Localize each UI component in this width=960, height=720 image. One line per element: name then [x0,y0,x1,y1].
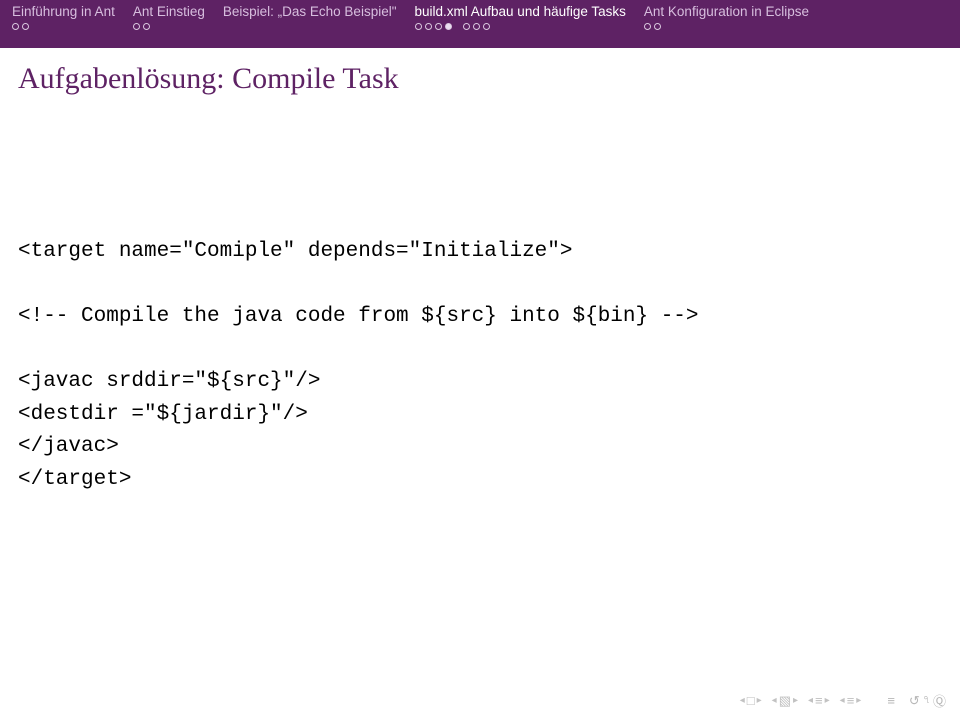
slide-icon: □ [747,693,755,708]
nav-prev-subsection[interactable]: ◂ ≡ ▸ [808,693,830,708]
progress-dots [415,23,626,30]
progress-dots [644,23,809,30]
nav-section-eclipse[interactable]: Ant Konfiguration in Eclipse [644,4,809,48]
nav-section-title: Einführung in Ant [12,4,115,19]
beamer-nav-bar: ◂ □ ▸ ◂ ▧ ▸ ◂ ≡ ▸ ◂ ≡ ▸ ≡ ↺ ৭ Ⓠ [740,691,946,710]
nav-section-echo[interactable]: Beispiel: „Das Echo Beispiel" [223,4,397,48]
nav-section-buildxml[interactable]: build.xml Aufbau und häufige Tasks [415,4,626,48]
subsec-icon[interactable]: ≡ [887,693,895,708]
frame-icon: ▧ [779,693,791,709]
nav-section-title: Ant Konfiguration in Eclipse [644,4,809,19]
code-line: </target> [18,468,131,491]
dot [483,23,490,30]
dot [415,23,422,30]
subsec-icon: ≡ [815,693,823,708]
right-arrow-icon: ▸ [757,695,762,706]
code-line: <target name="Comiple" depends="Initiali… [18,240,573,263]
nav-prev-frame[interactable]: ◂ ▧ ▸ [772,693,798,709]
dot [473,23,480,30]
code-line: <!-- Compile the java code from ${src} i… [18,305,699,328]
code-line: <destdir ="${jardir}"/> [18,403,308,426]
dot [143,23,150,30]
dot [425,23,432,30]
refresh-icon: ↺ [909,693,920,709]
progress-dots [133,23,205,30]
header-sections-bar: Einführung in Ant Ant Einstieg Beispiel:… [0,0,960,48]
nav-section-intro[interactable]: Einführung in Ant [12,4,115,48]
left-arrow-icon: ◂ [840,695,845,706]
left-arrow-icon: ◂ [808,695,813,706]
slide-content: <target name="Comiple" depends="Initiali… [0,106,960,496]
nav-section-einstieg[interactable]: Ant Einstieg [133,4,205,48]
magnify-icon: Ⓠ [933,691,946,710]
code-line: </javac> [18,435,119,458]
right-arrow-icon: ▸ [793,695,798,706]
nav-next-subsection[interactable]: ◂ ≡ ▸ [840,693,862,708]
dot [435,23,442,30]
slide-title: Aufgabenlösung: Compile Task [0,48,960,106]
dot [12,23,19,30]
nav-section-title: build.xml Aufbau und häufige Tasks [415,4,626,19]
code-block: <target name="Comiple" depends="Initiali… [18,236,942,496]
right-arrow-icon: ▸ [856,695,861,706]
nav-refresh[interactable]: ↺ ৭ Ⓠ [909,691,946,710]
code-line: <javac srddir="${src}"/> [18,370,320,393]
progress-dots [12,23,115,30]
left-arrow-icon: ◂ [740,695,745,706]
dot [133,23,140,30]
nav-text: ৭ [923,691,930,710]
left-arrow-icon: ◂ [772,695,777,706]
right-arrow-icon: ▸ [825,695,830,706]
nav-section-title: Ant Einstieg [133,4,205,19]
nav-section-title: Beispiel: „Das Echo Beispiel" [223,4,397,19]
dot [22,23,29,30]
nav-prev-slide[interactable]: ◂ □ ▸ [740,693,762,708]
dot [654,23,661,30]
dot-current [445,23,452,30]
dot [644,23,651,30]
dot [463,23,470,30]
subsec-icon: ≡ [847,693,855,708]
